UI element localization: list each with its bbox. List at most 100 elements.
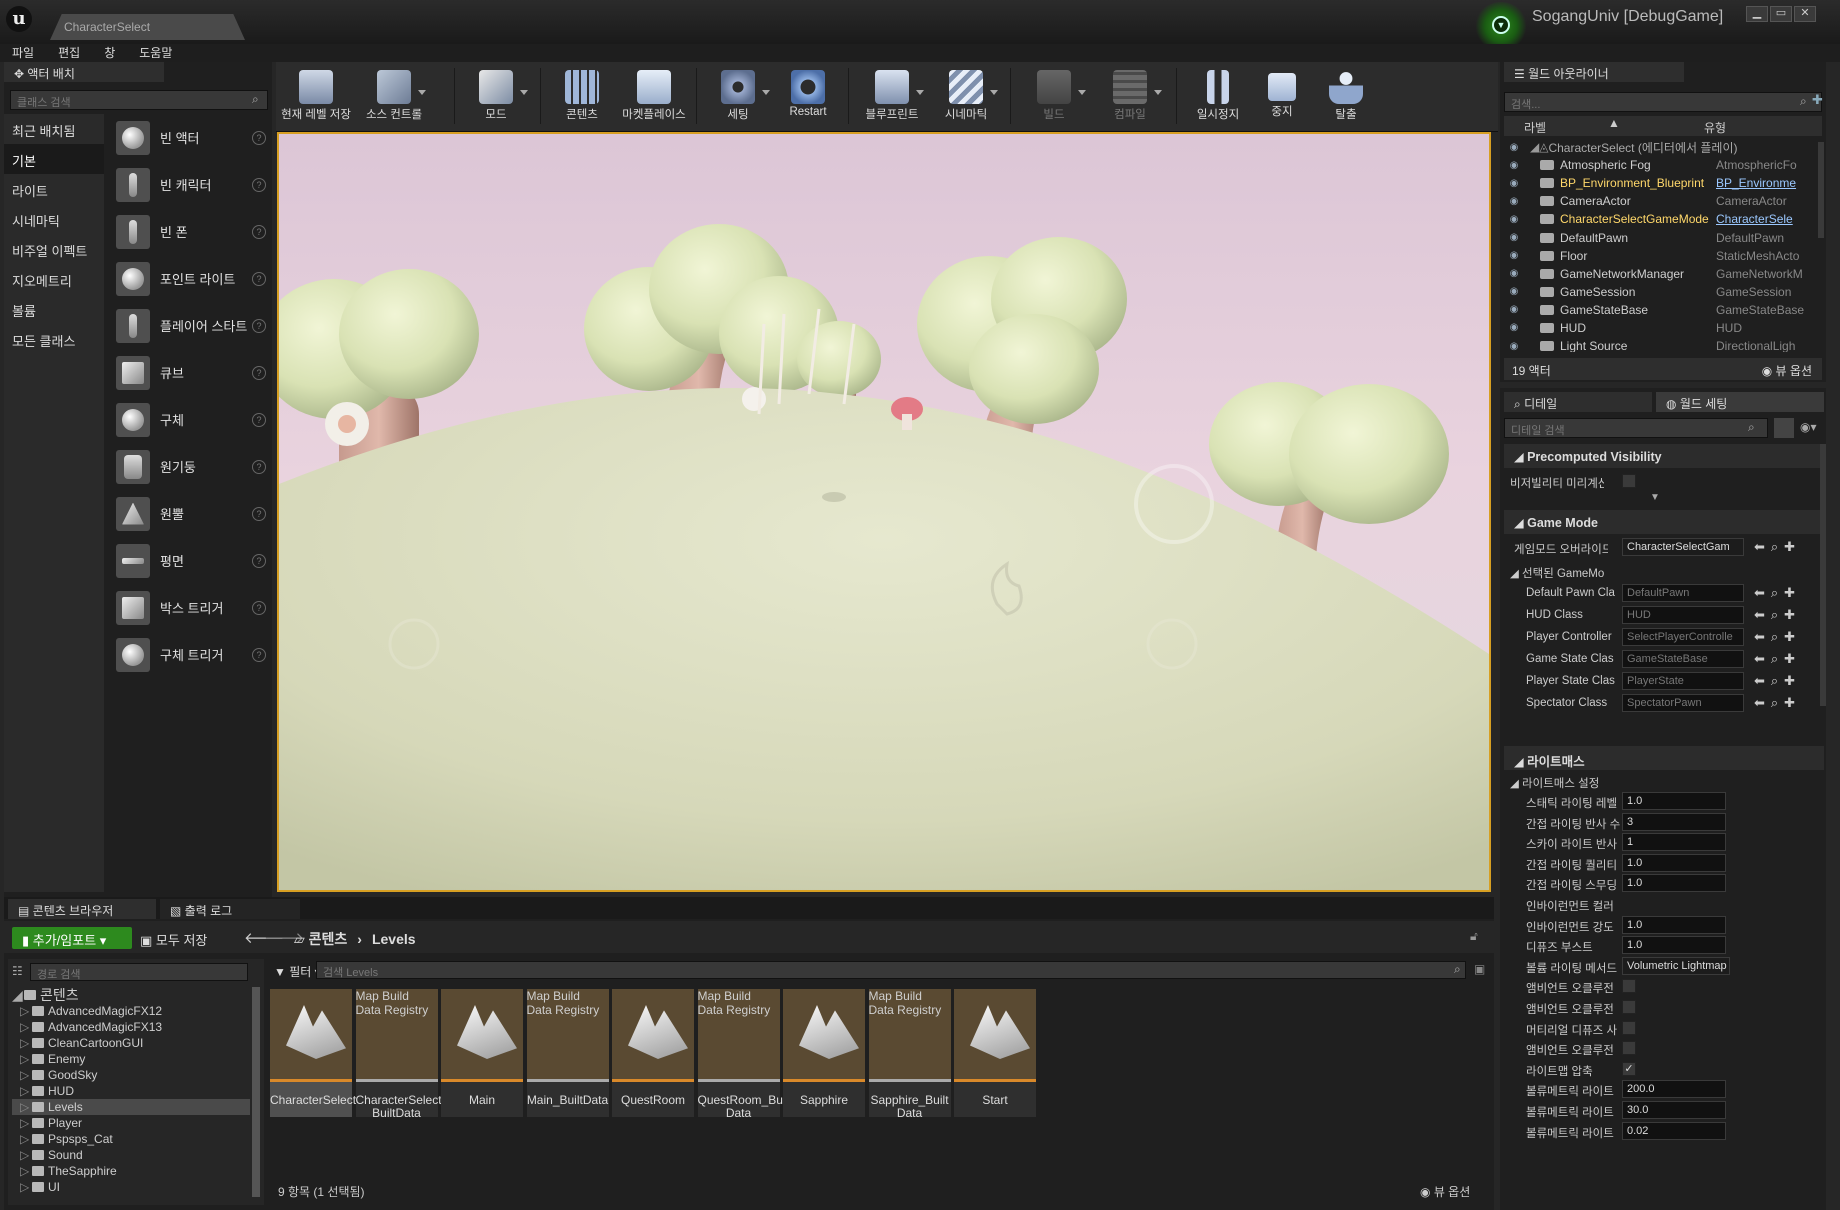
outliner-row[interactable]: ◉ GameStateBase GameStateBase <box>1504 301 1816 319</box>
class-search-input[interactable]: 클래스 검색 <box>10 90 268 110</box>
checkbox[interactable] <box>1622 1020 1636 1035</box>
content-browser-tab[interactable]: ▤ 콘텐츠 브라우저 <box>8 899 156 919</box>
place-item-empty-pawn[interactable]: 빈 폰? <box>108 208 272 255</box>
asset-tile[interactable]: Sapphire <box>783 989 865 1117</box>
outliner-row-type[interactable]: BP_Environme <box>1716 176 1806 190</box>
outliner-row[interactable]: ◉ BP_Environment_Blueprint BP_Environme <box>1504 174 1816 192</box>
checkbox[interactable] <box>1622 1000 1636 1014</box>
close-button[interactable]: ✕ <box>1794 6 1816 22</box>
number-field[interactable]: 1.0 <box>1622 936 1726 955</box>
visibility-eye-icon[interactable]: ◉ <box>1504 268 1524 279</box>
outliner-row[interactable]: ◉ Floor StaticMeshActo <box>1504 247 1816 265</box>
help-icon[interactable]: ? <box>252 318 266 333</box>
save-search-icon[interactable]: ▣ <box>1474 962 1485 976</box>
help-icon[interactable]: ? <box>252 177 266 192</box>
number-field[interactable]: 30.0 <box>1622 1101 1726 1119</box>
category-recent[interactable]: 최근 배치됨 <box>4 114 104 144</box>
help-icon[interactable]: ? <box>252 412 266 427</box>
tree-root-content[interactable]: ◢ 콘텐츠 <box>12 987 250 1003</box>
visibility-eye-icon[interactable]: ◉ <box>1504 160 1524 171</box>
column-type[interactable]: 유형 <box>1704 119 1726 136</box>
outliner-search-input[interactable]: 검색... <box>1504 92 1822 112</box>
asset-tile[interactable]: Map Build Data Registry CharacterSelect_ … <box>355 989 448 1120</box>
asset-tile[interactable]: Map Build Data Registry QuestRoom_Built D… <box>697 989 792 1120</box>
visibility-eye-icon[interactable]: ◉ <box>1504 178 1524 189</box>
outliner-row[interactable]: ◉ DefaultPawn DefaultPawn <box>1504 228 1816 246</box>
visibility-eye-icon[interactable]: ◉ <box>1504 304 1524 315</box>
place-item-point-light[interactable]: 포인트 라이트? <box>108 255 272 302</box>
place-item-player-start[interactable]: 플레이어 스타트? <box>108 302 272 349</box>
place-item-box-trigger[interactable]: 박스 트리거? <box>108 584 272 631</box>
world-outliner-tab[interactable]: ☰ 월드 아웃라이너 <box>1504 62 1684 82</box>
checkbox[interactable] <box>1622 979 1636 994</box>
breadcrumb-root[interactable]: 콘텐츠 <box>309 931 348 947</box>
add-import-button[interactable]: ▮ 추가/임포트 ▾ <box>12 927 132 949</box>
view-options-button[interactable]: ◉ 뷰 옵션 <box>1762 362 1812 379</box>
restart-button[interactable]: Restart <box>772 62 844 130</box>
number-field[interactable]: 1 <box>1622 833 1726 852</box>
precompute-visibility-checkbox[interactable] <box>1622 474 1636 488</box>
category-all-classes[interactable]: 모든 클래스 <box>4 324 104 354</box>
place-item-empty-actor[interactable]: 빈 액터? <box>108 114 272 161</box>
outliner-row[interactable]: ◉ CameraActor CameraActor <box>1504 192 1816 210</box>
class-combo[interactable]: DefaultPawn <box>1622 584 1744 602</box>
asset-buttons[interactable]: ⬅⌕✚ <box>1754 695 1801 711</box>
modes-button[interactable]: 모드 <box>460 62 532 130</box>
class-combo[interactable]: SpectatorPawn <box>1622 694 1744 712</box>
blueprints-button[interactable]: 블루프린트 <box>856 62 928 130</box>
help-icon[interactable]: ? <box>252 647 266 662</box>
color-swatch[interactable] <box>1622 898 1782 910</box>
menu-file[interactable]: 파일 <box>0 44 46 62</box>
folder-tree-item[interactable]: ▷ UI <box>12 1179 250 1195</box>
number-field[interactable]: 0.02 <box>1622 1121 1726 1140</box>
settings-button[interactable]: 세팅 <box>702 62 774 130</box>
number-field[interactable]: 1.0 <box>1622 853 1726 872</box>
view-options-button[interactable]: ◉ 뷰 옵션 <box>1420 1183 1470 1200</box>
checkbox[interactable]: ✓ <box>1622 1061 1636 1076</box>
class-combo[interactable]: GameStateBase <box>1622 650 1744 668</box>
checkbox[interactable] <box>1622 1041 1636 1056</box>
build-button[interactable]: 빌드 <box>1018 62 1090 130</box>
outliner-row[interactable]: ◉ GameNetworkManager GameNetworkM <box>1504 265 1816 283</box>
class-combo[interactable]: PlayerState <box>1622 672 1744 690</box>
expand-advanced-arrow-icon[interactable]: ▼ <box>1650 492 1660 503</box>
asset-tile[interactable]: Map Build Data Registry Main_BuiltData <box>526 989 609 1117</box>
place-item-cube[interactable]: 큐브? <box>108 349 272 396</box>
place-item-plane[interactable]: 평면? <box>108 537 272 584</box>
folder-tree-item[interactable]: ▷ CleanCartoonGUI <box>12 1035 250 1051</box>
asset-tile[interactable]: Map Build Data Registry Sapphire_Built Da… <box>868 989 951 1120</box>
section-precomputed-visibility[interactable]: ◢ Precomputed Visibility <box>1504 444 1824 468</box>
path-search-input[interactable]: 경로 검색 <box>30 963 248 981</box>
visibility-eye-icon[interactable]: ◉ <box>1504 250 1524 261</box>
output-log-tab[interactable]: ▧ 출력 로그 <box>160 899 300 919</box>
help-icon[interactable]: ? <box>252 224 266 239</box>
folder-tree-item[interactable]: ▷ Player <box>12 1115 250 1131</box>
menu-window[interactable]: 창 <box>92 44 127 62</box>
help-icon[interactable]: ? <box>252 553 266 568</box>
category-volumes[interactable]: 볼륨 <box>4 294 104 324</box>
filter-button[interactable]: ▼ 필터 ▾ <box>274 963 321 980</box>
folder-tree-item[interactable]: ▷ Enemy <box>12 1051 250 1067</box>
visibility-eye-icon[interactable]: ◉ <box>1504 196 1524 207</box>
outliner-row-type[interactable]: CharacterSele <box>1716 212 1806 226</box>
category-visual-effects[interactable]: 비주얼 이펙트 <box>4 234 104 264</box>
save-all-button[interactable]: ▣ 모두 저장 <box>140 930 207 949</box>
asset-tile[interactable]: CharacterSelect <box>270 989 356 1117</box>
category-lights[interactable]: 라이트 <box>4 174 104 204</box>
category-cinematic[interactable]: 시네마틱 <box>4 204 104 234</box>
place-item-empty-character[interactable]: 빈 캐릭터? <box>108 161 272 208</box>
place-item-cone[interactable]: 원뿔? <box>108 490 272 537</box>
help-icon[interactable]: ? <box>252 365 266 380</box>
folder-tree-item[interactable]: ▷ AdvancedMagicFX12 <box>12 1003 250 1019</box>
cinematics-button[interactable]: 시네마틱 <box>930 62 1002 130</box>
source-control-button[interactable]: 소스 컨트롤 <box>358 62 430 130</box>
visibility-eye-icon[interactable]: ◉ <box>1504 341 1524 352</box>
menu-help[interactable]: 도움말 <box>127 44 184 62</box>
folder-tree-item[interactable]: ▷ HUD <box>12 1083 250 1099</box>
maximize-button[interactable]: ▭ <box>1770 6 1792 22</box>
visibility-eye-icon[interactable]: ◉ <box>1504 322 1524 333</box>
breadcrumb-leaf[interactable]: Levels <box>372 931 416 947</box>
place-item-cylinder[interactable]: 원기둥? <box>108 443 272 490</box>
folder-tree-item[interactable]: ▷ Levels <box>12 1099 250 1115</box>
asset-buttons[interactable]: ⬅⌕✚ <box>1754 629 1801 645</box>
